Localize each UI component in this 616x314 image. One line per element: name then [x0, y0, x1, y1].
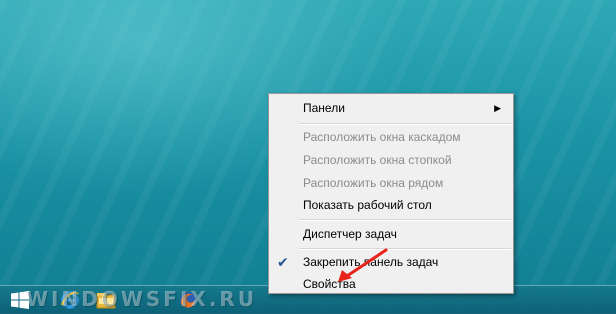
firefox-icon: [180, 292, 196, 308]
menu-item-side-by-side-windows[interactable]: Расположить окна рядом: [271, 172, 511, 194]
internet-explorer-button[interactable]: [58, 288, 82, 312]
menu-item-show-desktop[interactable]: Показать рабочий стол: [271, 194, 511, 216]
submenu-arrow-icon: ▶: [494, 103, 501, 113]
menu-item-label: Расположить окна рядом: [303, 176, 444, 190]
checkmark-icon: ✔: [277, 254, 289, 270]
menu-item-label: Расположить окна каскадом: [303, 130, 461, 144]
menu-item-label: Показать рабочий стол: [303, 198, 432, 212]
windows-start-icon: [11, 291, 29, 309]
menu-item-label: Свойства: [303, 277, 356, 291]
menu-item-lock-taskbar[interactable]: ✔ Закрепить панель задач: [271, 251, 511, 273]
menu-separator: [299, 219, 511, 221]
menu-item-label: Панели: [303, 101, 345, 115]
firefox-button[interactable]: [176, 288, 200, 312]
menu-item-task-manager[interactable]: Диспетчер задач: [271, 223, 511, 245]
menu-item-stack-windows[interactable]: Расположить окна стопкой: [271, 149, 511, 171]
menu-item-label: Расположить окна стопкой: [303, 153, 452, 167]
taskbar-context-menu: Панели ▶ Расположить окна каскадом Распо…: [268, 93, 514, 294]
menu-item-panels[interactable]: Панели ▶: [271, 97, 511, 119]
menu-item-label: Диспетчер задач: [303, 227, 397, 241]
menu-item-label: Закрепить панель задач: [303, 255, 439, 269]
file-explorer-button[interactable]: [94, 288, 118, 312]
menu-item-cascade-windows[interactable]: Расположить окна каскадом: [271, 126, 511, 148]
file-explorer-icon: [96, 293, 116, 309]
menu-separator: [299, 123, 511, 125]
internet-explorer-icon: [61, 291, 79, 309]
menu-separator: [299, 248, 511, 250]
start-button[interactable]: [8, 288, 32, 312]
menu-item-properties[interactable]: Свойства: [271, 273, 511, 295]
